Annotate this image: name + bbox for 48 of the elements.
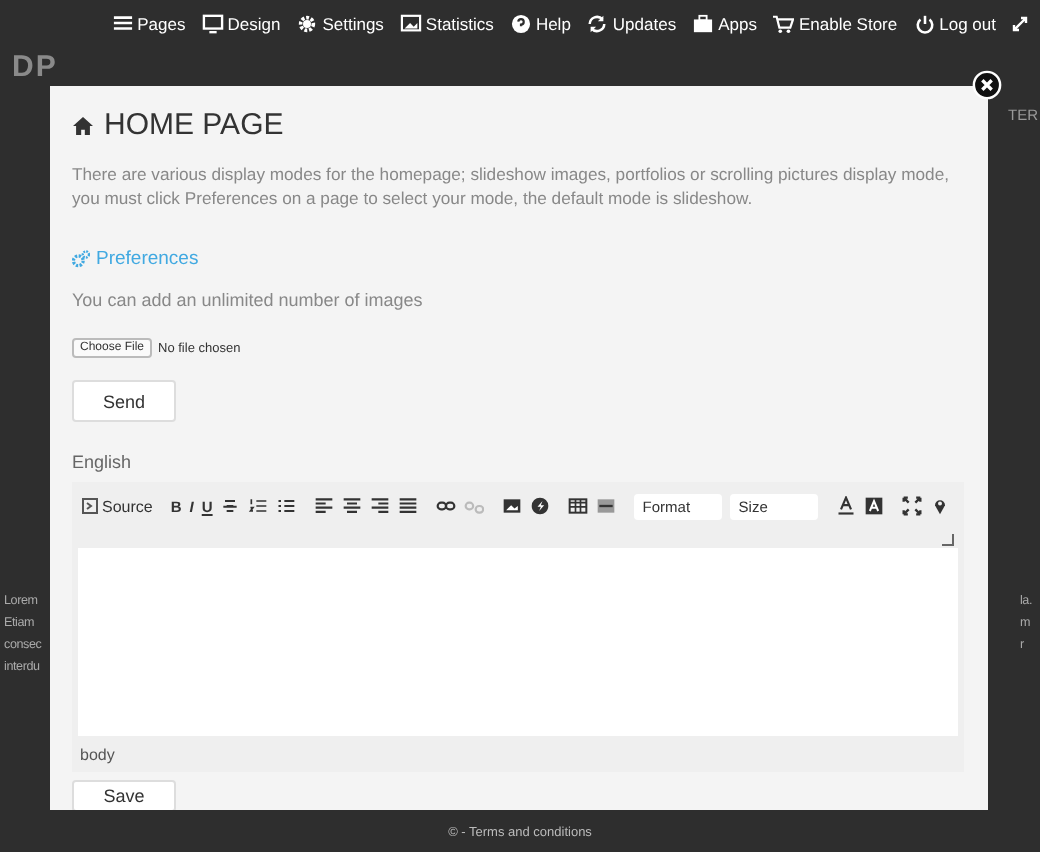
element-path: body (78, 744, 117, 768)
maximize-icon[interactable] (902, 496, 923, 516)
description-text: There are various display modes for the homepage; slideshow images, portfolios or scrolling pictures display mode, you must click Preferences on a page to select your mode, the default mode is slideshow. (72, 162, 951, 210)
text-color-icon[interactable] (836, 496, 857, 516)
nav-link[interactable]: Pages (111, 14, 186, 34)
gears-icon (72, 250, 90, 268)
language-label: English (72, 452, 134, 472)
question-icon (509, 14, 532, 34)
flash-icon[interactable] (530, 496, 551, 516)
align-center-icon[interactable] (342, 496, 363, 516)
background-color-icon[interactable] (864, 496, 885, 516)
refresh-icon (586, 14, 609, 34)
nav-link[interactable]: Apps (692, 14, 757, 34)
save-button[interactable]: Save (72, 780, 176, 810)
image-icon[interactable] (502, 496, 523, 516)
align-right-icon[interactable] (370, 496, 391, 516)
fullscreen-icon[interactable] (1012, 16, 1028, 32)
picture-frame-icon (399, 14, 422, 34)
numbered-list-icon[interactable] (248, 496, 269, 516)
strikethrough-icon[interactable] (220, 496, 241, 516)
table-icon[interactable] (568, 496, 589, 516)
briefcase-icon (692, 14, 715, 34)
bullet-list-icon[interactable] (276, 496, 297, 516)
cart-icon (772, 14, 795, 34)
nav-link[interactable]: Statistics (399, 14, 494, 34)
nav-link[interactable]: Updates (586, 14, 677, 34)
nav-link[interactable]: Design (201, 14, 281, 34)
resize-handle-icon[interactable] (942, 534, 954, 546)
site-title: DP (12, 52, 58, 84)
nav-link[interactable]: Settings (296, 14, 384, 34)
map-marker-icon[interactable] (930, 496, 951, 516)
info-text: You can add an unlimited number of images (72, 290, 425, 310)
home-icon (72, 115, 94, 135)
modal-title: HOME PAGE (104, 108, 284, 142)
source-icon (82, 498, 98, 514)
monitor-icon (201, 14, 224, 34)
power-icon (913, 14, 936, 34)
link-icon[interactable] (436, 496, 457, 516)
nav-link[interactable]: Help (509, 14, 571, 34)
justify-icon[interactable] (398, 496, 419, 516)
align-left-icon[interactable] (314, 496, 335, 516)
gear-icon (296, 14, 319, 34)
nav-link[interactable]: Log out (913, 14, 996, 34)
list-icon (111, 14, 134, 34)
nav-link[interactable]: Enable Store (772, 14, 898, 34)
send-button[interactable]: Send (72, 380, 176, 422)
source-button[interactable]: Source (82, 497, 153, 515)
close-icon[interactable] (972, 70, 1002, 100)
